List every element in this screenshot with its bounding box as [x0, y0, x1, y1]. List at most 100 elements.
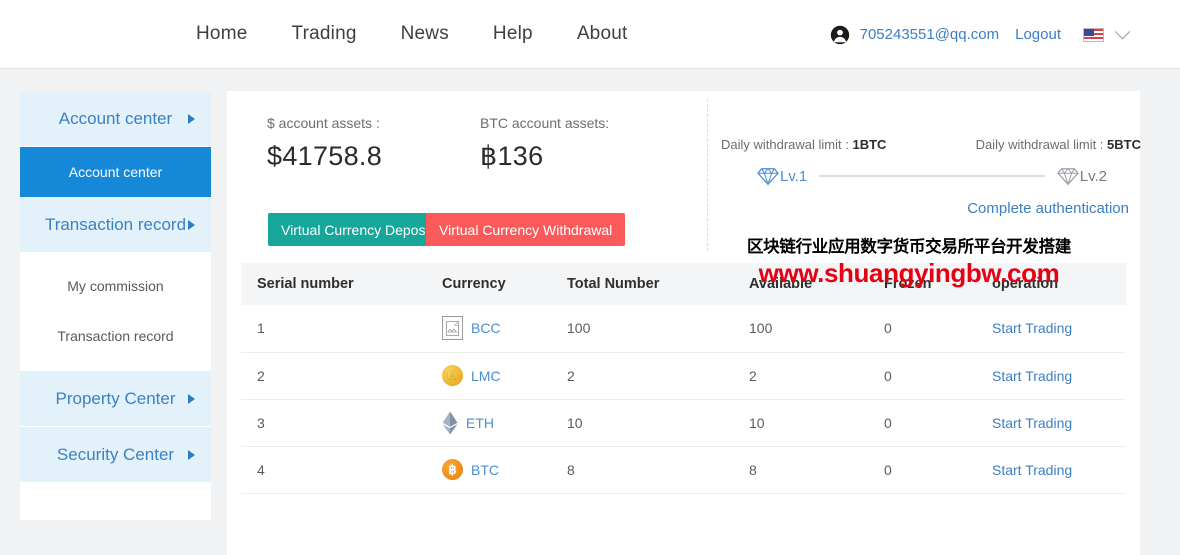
user-avatar-icon [830, 25, 850, 45]
cell-operation: Start Trading [976, 305, 1126, 352]
table-row: 2 LMC 2 [241, 352, 1126, 399]
currency-name: LMC [471, 368, 501, 384]
assets-table: Serial number Currency Total Number Avai… [241, 263, 1126, 494]
cell-serial: 1 [241, 305, 426, 352]
lmc-coin-icon [442, 365, 463, 386]
level-2-badge: Lv.2 [1057, 166, 1107, 186]
sidebar-group-label: Property Center [56, 389, 176, 409]
chevron-down-icon [1115, 24, 1131, 40]
header-available: Available [733, 263, 868, 305]
cell-currency: BCC [426, 305, 551, 352]
daily-limit-lv2-value: 5BTC [1107, 137, 1141, 152]
us-flag-icon [1083, 28, 1104, 42]
cell-serial: 4 [241, 446, 426, 493]
start-trading-link[interactable]: Start Trading [992, 462, 1072, 478]
cell-currency: LMC [426, 352, 551, 399]
cell-total: 10 [551, 399, 733, 446]
cell-operation: Start Trading [976, 446, 1126, 493]
cell-currency: ฿ BTC [426, 446, 551, 493]
caret-right-icon [188, 450, 195, 460]
nav-link-about[interactable]: About [577, 23, 628, 45]
caret-right-icon [188, 220, 195, 230]
table-header-row: Serial number Currency Total Number Avai… [241, 263, 1126, 305]
virtual-currency-deposit-button[interactable]: Virtual Currency Deposit [268, 213, 445, 246]
nav-link-news[interactable]: News [401, 23, 449, 45]
logout-link[interactable]: Logout [1015, 26, 1061, 43]
currency-name: ETH [466, 415, 494, 431]
daily-limit-lv2-prefix: Daily withdrawal limit : [976, 137, 1107, 152]
complete-authentication-link[interactable]: Complete authentication [721, 200, 1141, 217]
top-navigation-bar: Home Trading News Help About 705243551@q… [0, 0, 1180, 69]
cell-operation: Start Trading [976, 399, 1126, 446]
header-serial-number: Serial number [241, 263, 426, 305]
sidebar-group-transaction-record[interactable]: Transaction record [20, 197, 211, 253]
cell-serial: 3 [241, 399, 426, 446]
cell-frozen: 0 [868, 352, 976, 399]
cell-total: 2 [551, 352, 733, 399]
caret-right-icon [188, 394, 195, 404]
btc-coin-icon: ฿ [442, 459, 463, 480]
vertical-divider [707, 99, 708, 251]
daily-limit-lv1-prefix: Daily withdrawal limit : [721, 137, 852, 152]
daily-limit-row: Daily withdrawal limit : 1BTC Daily with… [721, 137, 1141, 152]
eth-diamond-icon [442, 411, 458, 435]
sidebar-group-property-center[interactable]: Property Center [20, 371, 211, 427]
btc-assets-value: ฿136 [480, 141, 543, 172]
cell-frozen: 0 [868, 305, 976, 352]
main-nav-links: Home Trading News Help About [196, 23, 627, 45]
diamond-icon [1057, 166, 1079, 186]
header-currency: Currency [426, 263, 551, 305]
cell-serial: 2 [241, 352, 426, 399]
level-progress-bar [819, 175, 1045, 177]
level-1-label: Lv.1 [780, 168, 807, 185]
language-selector[interactable] [1083, 28, 1128, 42]
nav-user-area: 705243551@qq.com Logout [830, 0, 1128, 69]
daily-limit-lv1: Daily withdrawal limit : 1BTC [721, 137, 886, 152]
start-trading-link[interactable]: Start Trading [992, 320, 1072, 336]
cell-frozen: 0 [868, 446, 976, 493]
table-row: 1 BCC 1 [241, 305, 1126, 352]
table-row: 3 ETH 10 10 [241, 399, 1126, 446]
nav-link-help[interactable]: Help [493, 23, 533, 45]
sidebar-item-my-commission[interactable]: My commission [20, 261, 211, 311]
cell-total: 8 [551, 446, 733, 493]
dollar-assets-label: $ account assets : [267, 115, 380, 131]
cell-available: 10 [733, 399, 868, 446]
nav-link-trading[interactable]: Trading [291, 23, 356, 45]
header-frozen: Frozen [868, 263, 976, 305]
nav-link-home[interactable]: Home [196, 23, 247, 45]
sidebar-footer-spacer [20, 483, 211, 520]
broken-image-icon [442, 316, 463, 340]
caret-right-icon [188, 114, 195, 124]
assets-table-body: 1 BCC 1 [241, 305, 1126, 493]
dollar-assets-value: $41758.8 [267, 141, 382, 172]
start-trading-link[interactable]: Start Trading [992, 415, 1072, 431]
sidebar: Account center Account center Transactio… [20, 91, 211, 520]
page-body: Account center Account center Transactio… [0, 69, 1180, 555]
cell-total: 100 [551, 305, 733, 352]
sidebar-group-label: Transaction record [45, 215, 186, 235]
user-email-label[interactable]: 705243551@qq.com [860, 26, 1000, 43]
account-assets-section: $ account assets : $41758.8 BTC account … [241, 91, 1126, 263]
level-2-label: Lv.2 [1080, 168, 1107, 185]
btc-assets-label: BTC account assets: [480, 115, 609, 131]
cell-available: 100 [733, 305, 868, 352]
diamond-icon [757, 166, 779, 186]
currency-name: BCC [471, 320, 501, 336]
level-progress-row: Lv.1 Lv.2 [721, 166, 1141, 186]
cell-frozen: 0 [868, 399, 976, 446]
table-row: 4 ฿ BTC 8 8 0 Start Trading [241, 446, 1126, 493]
main-content-panel: $ account assets : $41758.8 BTC account … [227, 91, 1140, 555]
assets-table-head: Serial number Currency Total Number Avai… [241, 263, 1126, 305]
daily-limit-lv1-value: 1BTC [852, 137, 886, 152]
withdrawal-level-section: Daily withdrawal limit : 1BTC Daily with… [721, 137, 1141, 217]
currency-name: BTC [471, 462, 499, 478]
sidebar-item-transaction-record[interactable]: Transaction record [20, 311, 211, 361]
cell-operation: Start Trading [976, 352, 1126, 399]
sidebar-group-label: Security Center [57, 445, 174, 465]
virtual-currency-withdrawal-button[interactable]: Virtual Currency Withdrawal [426, 213, 625, 246]
sidebar-group-account-center[interactable]: Account center [20, 91, 211, 147]
start-trading-link[interactable]: Start Trading [992, 368, 1072, 384]
sidebar-item-account-center[interactable]: Account center [20, 147, 211, 197]
sidebar-group-security-center[interactable]: Security Center [20, 427, 211, 483]
